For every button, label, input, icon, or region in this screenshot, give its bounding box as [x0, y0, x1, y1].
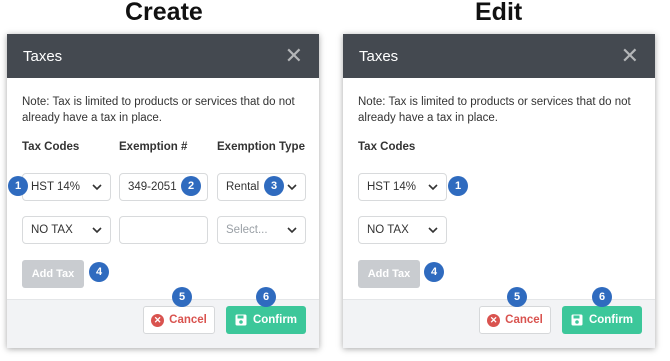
modal-title: Taxes	[359, 47, 399, 65]
tax-code-value: NO TAX	[31, 224, 73, 236]
confirm-label: Confirm	[588, 314, 634, 326]
close-icon[interactable]: ✕	[285, 45, 303, 67]
confirm-button[interactable]: Confirm	[562, 306, 642, 334]
tax-code-value: HST 14%	[31, 181, 81, 193]
modal-footer: ✕ Cancel Confirm	[7, 299, 319, 348]
confirm-button[interactable]: Confirm	[226, 306, 306, 334]
chevron-down-icon	[92, 227, 102, 234]
modal-title: Taxes	[23, 47, 63, 65]
close-icon[interactable]: ✕	[621, 45, 639, 67]
exemption-number-input-2[interactable]	[119, 216, 208, 244]
tax-codes-label: Tax Codes	[358, 141, 416, 153]
annotation-badge-2: 2	[181, 176, 201, 196]
tax-code-select-1[interactable]: HST 14%	[358, 173, 447, 201]
x-circle-icon: ✕	[151, 313, 165, 327]
tax-code-value: HST 14%	[367, 181, 417, 193]
tax-code-select-2[interactable]: NO TAX	[22, 216, 111, 244]
modal-header: Taxes ✕	[343, 34, 655, 78]
tax-code-select-2[interactable]: NO TAX	[358, 216, 447, 244]
chevron-down-icon	[428, 227, 438, 234]
chevron-down-icon	[428, 184, 438, 191]
add-tax-button[interactable]: Add Tax	[22, 260, 84, 288]
save-icon	[571, 314, 583, 326]
annotation-badge-4: 4	[424, 262, 444, 282]
annotation-badge-6: 6	[592, 287, 612, 307]
annotation-badge-1: 1	[448, 176, 468, 196]
tax-codes-label: Tax Codes	[22, 141, 80, 153]
annotation-badge-5: 5	[172, 287, 192, 307]
annotation-badge-3: 3	[264, 176, 284, 196]
annotation-badge-5: 5	[507, 287, 527, 307]
tax-note: Note: Tax is limited to products or serv…	[358, 96, 631, 124]
x-circle-icon: ✕	[487, 313, 501, 327]
cancel-label: Cancel	[505, 314, 543, 326]
annotation-badge-4: 4	[89, 262, 109, 282]
annotation-badge-1: 1	[8, 176, 28, 196]
add-tax-button[interactable]: Add Tax	[358, 260, 420, 288]
modal-header: Taxes ✕	[7, 34, 319, 78]
exemption-type-placeholder: Select...	[226, 224, 268, 236]
annotation-badge-6: 6	[256, 287, 276, 307]
chevron-down-icon	[287, 184, 297, 191]
exemption-type-select-1[interactable]: Rental	[217, 173, 306, 201]
heading-edit: Edit	[475, 0, 523, 26]
exemption-type-select-2[interactable]: Select...	[217, 216, 306, 244]
exemption-type-value: Rental	[226, 181, 260, 193]
tax-note: Note: Tax is limited to products or serv…	[22, 96, 295, 124]
heading-create: Create	[125, 0, 203, 26]
exemption-number-value: 349-2051	[128, 181, 177, 193]
cancel-button[interactable]: ✕ Cancel	[143, 306, 215, 334]
exemption-number-label: Exemption #	[119, 141, 188, 153]
cancel-button[interactable]: ✕ Cancel	[479, 306, 551, 334]
chevron-down-icon	[287, 227, 297, 234]
confirm-label: Confirm	[252, 314, 298, 326]
cancel-label: Cancel	[169, 314, 207, 326]
chevron-down-icon	[92, 184, 102, 191]
save-icon	[235, 314, 247, 326]
modal-footer: ✕ Cancel Confirm	[343, 299, 655, 348]
exemption-type-label: Exemption Type	[217, 141, 305, 153]
tax-code-value: NO TAX	[367, 224, 409, 236]
tax-code-select-1[interactable]: HST 14%	[22, 173, 111, 201]
